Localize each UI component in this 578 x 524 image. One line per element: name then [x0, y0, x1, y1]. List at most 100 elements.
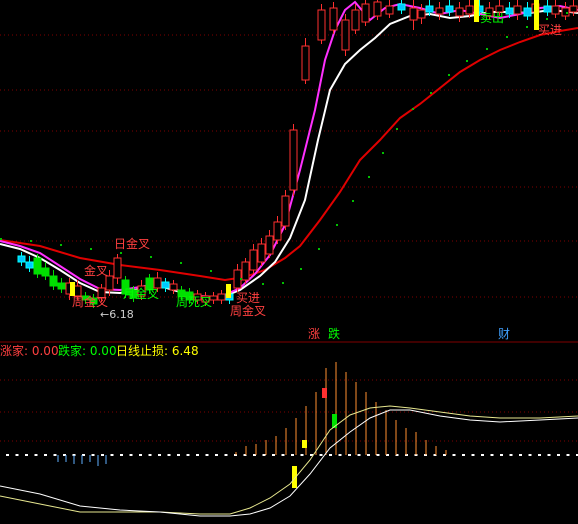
- candle-body: [445, 5, 454, 13]
- candle-body: [105, 275, 114, 291]
- candle-body: [17, 255, 26, 263]
- indicator-tick: [281, 454, 285, 456]
- indicator-tick: [224, 454, 228, 456]
- dot-mark: [352, 200, 354, 202]
- indicator-tick: [291, 454, 294, 456]
- candle-body: [385, 5, 394, 15]
- dot-mark: [90, 248, 92, 250]
- indicator-header-item: 跌家: 0.00: [58, 343, 117, 358]
- candle-body: [513, 5, 522, 15]
- signal-label: 周金叉: [230, 303, 266, 318]
- candle-body: [351, 9, 360, 31]
- candle-body: [25, 261, 34, 269]
- indicator-tick: [452, 454, 456, 456]
- candle-body: [301, 45, 310, 81]
- indicator-tick: [139, 454, 142, 456]
- indicator-header-item: 涨家: 0.00: [0, 343, 59, 358]
- candle-body: [33, 257, 42, 275]
- signal-label: 周金叉: [72, 294, 108, 309]
- indicator-tick: [528, 454, 532, 456]
- indicator-block: [322, 388, 327, 398]
- indicator-tick: [547, 454, 551, 456]
- candle-body: [161, 281, 170, 289]
- indicator-tick: [91, 454, 95, 456]
- bottom-tag: 财: [498, 327, 510, 341]
- candle-body: [317, 9, 326, 41]
- dot-mark: [526, 26, 528, 28]
- indicator-block: [302, 440, 307, 448]
- candle-body: [397, 3, 406, 11]
- dot-mark: [382, 152, 384, 154]
- signal-label: 金叉: [84, 263, 108, 278]
- candle-body: [265, 235, 274, 255]
- dot-mark: [300, 268, 302, 270]
- dot-mark: [180, 262, 182, 264]
- candle-body: [113, 257, 122, 279]
- signal-bar: [474, 0, 479, 22]
- candle-body: [551, 5, 560, 15]
- candle-body: [465, 5, 474, 15]
- indicator-tick: [215, 454, 218, 456]
- candle-body: [361, 3, 370, 23]
- indicator-tick: [538, 454, 541, 456]
- candle-body: [41, 267, 50, 277]
- indicator-tick: [205, 454, 209, 456]
- indicator-tick: [186, 454, 190, 456]
- candle-body: [49, 275, 58, 287]
- indicator-tick: [15, 454, 19, 456]
- indicator-tick: [44, 454, 47, 456]
- indicator-tick: [158, 454, 161, 456]
- indicator-tick: [357, 454, 361, 456]
- signal-bar: [226, 284, 231, 298]
- candle-body: [543, 5, 552, 13]
- stock-chart-canvas: 日金叉金叉月金叉周金叉 周死叉 买进周金叉卖出买进←6.18涨跌财 涨家: 0.00…: [0, 0, 578, 520]
- candle-body: [169, 283, 178, 291]
- indicator-tick: [557, 454, 560, 456]
- indicator-tick: [177, 454, 180, 456]
- chart-window: 日金叉 金叉 月金叉 周金叉 周死叉 买进 周金叉 卖出 买进 ←6.18 涨跌财 涨家: 0.00…: [0, 0, 578, 520]
- indicator-tick: [376, 454, 380, 456]
- indicator-tick: [53, 454, 57, 456]
- signal-label: 卖出: [480, 11, 504, 25]
- indicator-tick: [6, 454, 9, 456]
- signal-label: 买进: [538, 23, 562, 37]
- dot-mark: [210, 270, 212, 272]
- indicator-tick: [148, 454, 152, 456]
- candle-body: [523, 7, 532, 17]
- candle-body: [569, 5, 578, 13]
- low-price-marker: ←6.18: [100, 308, 134, 321]
- dot-mark: [486, 48, 488, 50]
- dot-mark: [0, 238, 2, 240]
- indicator-tick: [367, 454, 370, 456]
- indicator-tick: [129, 454, 133, 456]
- indicator-tick: [519, 454, 522, 456]
- bottom-tag: 跌: [328, 326, 340, 341]
- dot-mark: [412, 108, 414, 110]
- candle-body: [329, 7, 338, 31]
- candle-body: [281, 195, 290, 227]
- indicator-tick: [471, 454, 475, 456]
- candle-body: [241, 261, 250, 281]
- candle-body: [341, 19, 350, 51]
- dot-mark: [150, 256, 152, 258]
- candle-body: [257, 243, 266, 263]
- indicator-tick: [196, 454, 199, 456]
- dot-mark: [368, 176, 370, 178]
- dot-mark: [506, 36, 508, 38]
- candle-body: [455, 7, 464, 17]
- indicator-tick: [110, 454, 114, 456]
- indicator-tick: [120, 454, 123, 456]
- dot-mark: [120, 252, 122, 254]
- signal-label: 买进: [236, 291, 260, 305]
- indicator-tick: [262, 454, 266, 456]
- indicator-tick: [509, 454, 513, 456]
- signal-label: 月金叉: [123, 286, 159, 301]
- indicator-tick: [462, 454, 465, 456]
- bottom-tag: 涨: [308, 326, 320, 341]
- candle-body: [409, 7, 418, 21]
- indicator-tick: [338, 454, 342, 456]
- candle-body: [425, 5, 434, 13]
- candle-body: [289, 129, 298, 191]
- dot-mark: [60, 244, 62, 246]
- candle-body: [249, 249, 258, 271]
